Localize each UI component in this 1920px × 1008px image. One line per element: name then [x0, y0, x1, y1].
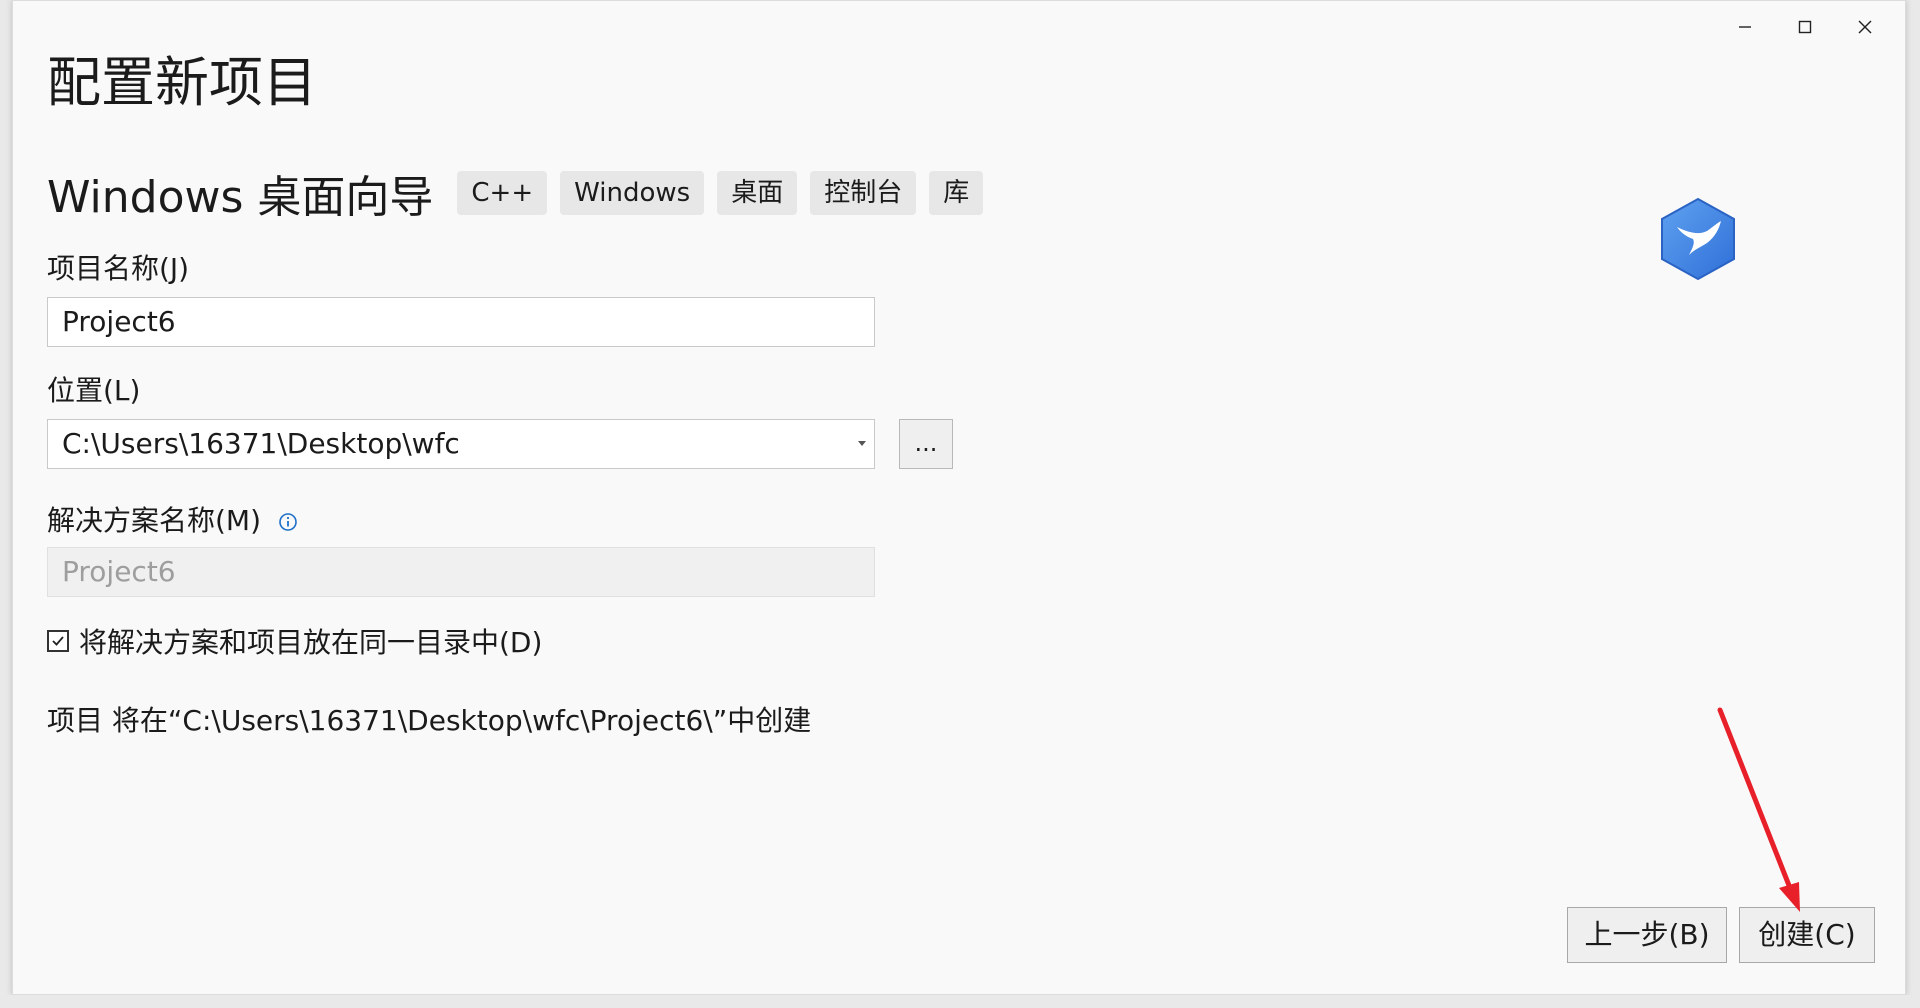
tag-windows: Windows: [560, 171, 705, 215]
configure-project-dialog: 配置新项目 Windows 桌面向导 C++ Windows 桌面 控制台 库 …: [12, 0, 1906, 995]
same-directory-option[interactable]: 将解决方案和项目放在同一目录中(D): [47, 621, 542, 661]
location-label: 位置(L): [47, 374, 141, 407]
back-button[interactable]: 上一步(B): [1567, 907, 1727, 963]
tag-desktop: 桌面: [717, 171, 798, 215]
tag-library: 库: [929, 171, 984, 215]
tag-cpp: C++: [457, 171, 548, 215]
template-name: Windows 桌面向导: [47, 172, 434, 223]
browse-button[interactable]: ...: [899, 419, 953, 469]
solution-name-label-row: 解决方案名称(M): [47, 499, 298, 539]
visual-studio-bird-icon: [1659, 197, 1737, 281]
solution-name-label: 解决方案名称(M): [47, 504, 262, 537]
location-value: C:\Users\16371\Desktop\wfc: [62, 427, 460, 460]
project-name-label: 项目名称(J): [47, 252, 190, 285]
same-directory-label: 将解决方案和项目放在同一目录中(D): [79, 626, 543, 659]
tag-console: 控制台: [810, 171, 917, 215]
taskbar-edge: [0, 995, 1920, 1008]
maximize-icon[interactable]: [1775, 7, 1835, 47]
creation-path-note: 项目 将在“C:\Users\16371\Desktop\wfc\Project…: [47, 704, 812, 737]
template-header: Windows 桌面向导 C++ Windows 桌面 控制台 库: [47, 161, 996, 225]
close-icon[interactable]: [1835, 7, 1895, 47]
solution-name-input: Project6: [47, 547, 875, 597]
create-button[interactable]: 创建(C): [1739, 907, 1875, 963]
window-controls: [1715, 7, 1895, 47]
chevron-down-icon[interactable]: [858, 441, 866, 446]
location-combobox[interactable]: C:\Users\16371\Desktop\wfc: [47, 419, 875, 469]
info-icon[interactable]: [278, 506, 298, 539]
page-title: 配置新项目: [47, 51, 317, 114]
project-name-input[interactable]: Project6: [47, 297, 875, 347]
minimize-icon[interactable]: [1715, 7, 1775, 47]
same-directory-checkbox[interactable]: [47, 630, 69, 652]
